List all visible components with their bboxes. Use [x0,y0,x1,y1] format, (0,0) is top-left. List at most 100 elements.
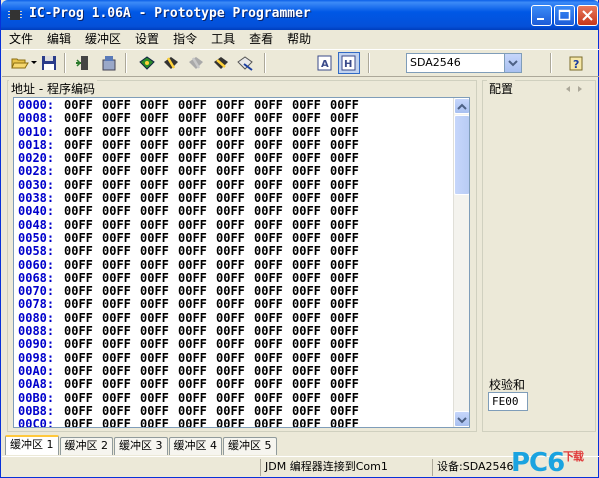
hex-cell[interactable]: 00FF [140,98,178,112]
hex-cell[interactable]: 00FF [254,338,292,352]
hex-cell[interactable]: 00FF [292,284,330,298]
hex-cell[interactable]: 00FF [140,191,178,205]
hex-cell[interactable]: 00FF [254,271,292,285]
hex-cell[interactable]: 00FF [216,151,254,165]
hex-cell[interactable]: 00FF [292,178,330,192]
erase-all-icon[interactable] [187,54,205,72]
hex-cell[interactable]: 00FF [140,138,178,152]
hex-cell[interactable]: 00FF [292,151,330,165]
hex-cell[interactable]: 00FF [102,138,140,152]
vertical-scrollbar[interactable] [453,98,469,427]
hex-cell[interactable]: 00FF [254,258,292,272]
hex-cell[interactable]: 00FF [216,138,254,152]
hex-cell[interactable]: 00FF [292,191,330,205]
menu-help[interactable]: 帮助 [280,30,318,48]
hex-cell[interactable]: 00FF [330,125,368,139]
hex-cell[interactable]: 00FF [178,125,216,139]
minimize-button[interactable] [531,5,552,26]
hex-cell[interactable]: 00FF [330,138,368,152]
hex-cell[interactable]: 00FF [330,165,368,179]
hex-cell[interactable]: 00FF [102,165,140,179]
hex-cell[interactable]: 00FF [292,98,330,112]
hex-view-toggle[interactable]: H [338,52,360,74]
hex-cell[interactable]: 00FF [330,391,368,405]
hex-cell[interactable]: 00FF [178,191,216,205]
hex-cell[interactable]: 00FF [140,244,178,258]
hex-cell[interactable]: 00FF [140,165,178,179]
hex-cell[interactable]: 00FF [292,417,330,427]
hex-cell[interactable]: 00FF [140,404,178,418]
splitter-arrows-icon[interactable] [564,85,584,93]
hex-cell[interactable]: 00FF [254,165,292,179]
hex-cell[interactable]: 00FF [254,125,292,139]
save-disk-icon[interactable] [40,54,58,72]
hex-cell[interactable]: 00FF [178,178,216,192]
hex-cell[interactable]: 00FF [292,377,330,391]
hex-cell[interactable]: 00FF [216,205,254,219]
hex-cell[interactable]: 00FF [102,178,140,192]
hex-cell[interactable]: 00FF [216,111,254,125]
hex-cell[interactable]: 00FF [102,377,140,391]
hex-cell[interactable]: 00FF [64,298,102,312]
hex-cell[interactable]: 00FF [64,364,102,378]
hex-cell[interactable]: 00FF [140,218,178,232]
hex-cell[interactable]: 00FF [254,138,292,152]
tab-buffer-5[interactable]: 缓冲区 5 [223,437,277,455]
hex-cell[interactable]: 00FF [140,271,178,285]
hex-cell[interactable]: 00FF [178,417,216,427]
hex-cell[interactable]: 00FF [216,377,254,391]
hex-cell[interactable]: 00FF [330,98,368,112]
hex-cell[interactable]: 00FF [140,338,178,352]
hex-cell[interactable]: 00FF [64,191,102,205]
hex-cell[interactable]: 00FF [254,205,292,219]
hex-cell[interactable]: 00FF [330,271,368,285]
hex-cell[interactable]: 00FF [254,98,292,112]
hex-cell[interactable]: 00FF [64,231,102,245]
hex-cell[interactable]: 00FF [330,404,368,418]
read-chip-icon[interactable] [75,54,93,72]
hex-cell[interactable]: 00FF [102,284,140,298]
hex-cell[interactable]: 00FF [64,311,102,325]
hex-cell[interactable]: 00FF [216,218,254,232]
hex-cell[interactable]: 00FF [292,205,330,219]
hex-cell[interactable]: 00FF [216,231,254,245]
hex-cell[interactable]: 00FF [102,125,140,139]
hex-cell[interactable]: 00FF [254,311,292,325]
hex-cell[interactable]: 00FF [178,151,216,165]
dropdown-arrow-icon[interactable] [31,61,37,65]
hex-cell[interactable]: 00FF [64,351,102,365]
hex-cell[interactable]: 00FF [330,218,368,232]
hex-cell[interactable]: 00FF [292,244,330,258]
hex-cell[interactable]: 00FF [178,338,216,352]
hex-cell[interactable]: 00FF [140,391,178,405]
tab-buffer-4[interactable]: 缓冲区 4 [168,437,222,455]
hex-cell[interactable]: 00FF [102,111,140,125]
hex-cell[interactable]: 00FF [102,364,140,378]
hex-cell[interactable]: 00FF [330,178,368,192]
help-icon[interactable]: ? [568,54,586,72]
hex-cell[interactable]: 00FF [178,205,216,219]
hex-cell[interactable]: 00FF [216,298,254,312]
hex-cell[interactable]: 00FF [102,271,140,285]
hex-cell[interactable]: 00FF [102,191,140,205]
hex-cell[interactable]: 00FF [64,258,102,272]
hex-cell[interactable]: 00FF [330,417,368,427]
hex-cell[interactable]: 00FF [330,231,368,245]
hex-cell[interactable]: 00FF [292,125,330,139]
hex-cell[interactable]: 00FF [102,231,140,245]
maximize-button[interactable] [554,5,575,26]
hex-cell[interactable]: 00FF [178,324,216,338]
hex-cell[interactable]: 00FF [216,178,254,192]
menu-tools[interactable]: 工具 [204,30,242,48]
hex-cell[interactable]: 00FF [254,417,292,427]
hex-cell[interactable]: 00FF [64,111,102,125]
hex-cell[interactable]: 00FF [330,151,368,165]
hex-cell[interactable]: 00FF [140,178,178,192]
hex-cell[interactable]: 00FF [254,178,292,192]
hex-cell[interactable]: 00FF [216,364,254,378]
hex-cell[interactable]: 00FF [292,231,330,245]
hex-cell[interactable]: 00FF [292,111,330,125]
hex-cell[interactable]: 00FF [178,111,216,125]
hex-cell[interactable]: 00FF [178,258,216,272]
device-dropdown-button[interactable] [504,54,521,72]
